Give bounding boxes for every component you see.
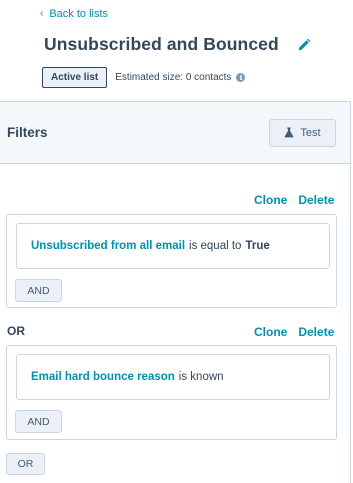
back-to-lists-link[interactable]: ‹ Back to lists — [40, 8, 108, 20]
group-2-actions: Clone Delete — [254, 325, 334, 339]
filters-title: Filters — [7, 125, 48, 140]
filters-header: Filters Test — [0, 102, 350, 164]
and-button[interactable]: AND — [15, 279, 62, 302]
pencil-icon[interactable] — [297, 38, 311, 52]
clone-button[interactable]: Clone — [254, 193, 287, 207]
delete-button[interactable]: Delete — [298, 193, 334, 207]
filter-group-1: Unsubscribed from all email is equal to … — [6, 214, 337, 308]
list-type-badge: Active list — [42, 67, 108, 88]
filter-condition[interactable]: Email hard bounce reason is known — [16, 354, 330, 400]
condition-property[interactable]: Unsubscribed from all email — [31, 240, 185, 252]
list-meta: Active list Estimated size: 0 contacts i — [42, 67, 246, 88]
condition-operator: is known — [178, 371, 224, 383]
estimated-size: Estimated size: 0 contacts i — [115, 72, 246, 83]
group-1-actions: Clone Delete — [254, 193, 334, 207]
back-link-label: Back to lists — [49, 8, 109, 20]
condition-value: True — [245, 240, 270, 252]
chevron-left-icon: ‹ — [40, 8, 44, 19]
test-button-label: Test — [300, 126, 321, 139]
or-connector-label: OR — [7, 324, 25, 338]
estimated-size-text: Estimated size: 0 contacts — [115, 72, 232, 83]
filter-group-2: Email hard bounce reason is known AND — [6, 345, 337, 440]
filter-condition[interactable]: Unsubscribed from all email is equal to … — [16, 223, 330, 269]
condition-property[interactable]: Email hard bounce reason — [31, 371, 175, 383]
or-button[interactable]: OR — [6, 453, 45, 475]
delete-button[interactable]: Delete — [298, 325, 334, 339]
title-row: Unsubscribed and Bounced — [44, 34, 311, 55]
condition-operator: is equal to — [189, 240, 242, 252]
clone-button[interactable]: Clone — [254, 325, 287, 339]
test-button[interactable]: Test — [269, 118, 336, 147]
flask-icon — [285, 127, 294, 138]
and-button[interactable]: AND — [15, 410, 62, 433]
info-icon[interactable]: i — [236, 73, 246, 82]
page-title: Unsubscribed and Bounced — [44, 34, 279, 54]
